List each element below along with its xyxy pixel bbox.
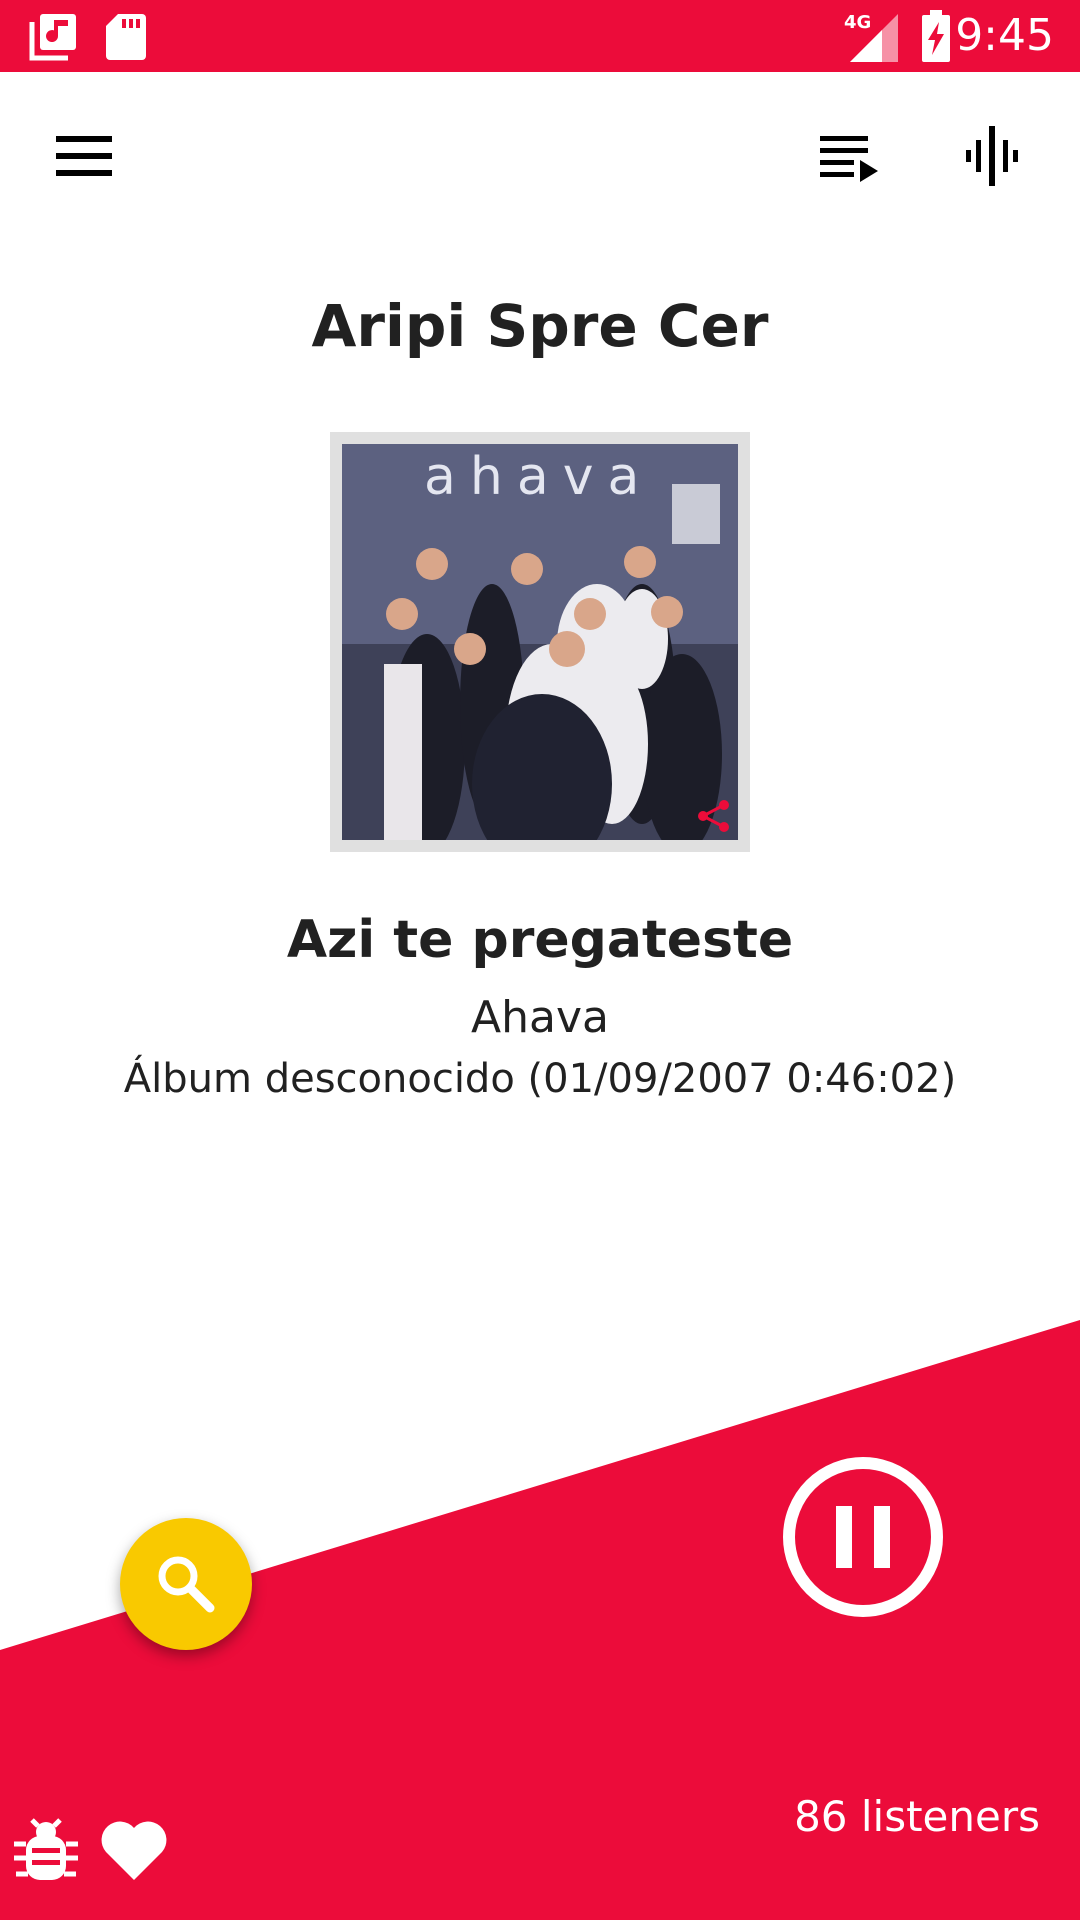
listener-count: 86 listeners bbox=[794, 1792, 1040, 1841]
bug-icon[interactable] bbox=[8, 1812, 84, 1888]
search-icon bbox=[158, 1556, 215, 1613]
search-button[interactable] bbox=[120, 1518, 252, 1650]
heart-icon[interactable] bbox=[96, 1812, 172, 1888]
pause-button[interactable] bbox=[780, 1454, 946, 1620]
pause-icon bbox=[836, 1506, 890, 1568]
